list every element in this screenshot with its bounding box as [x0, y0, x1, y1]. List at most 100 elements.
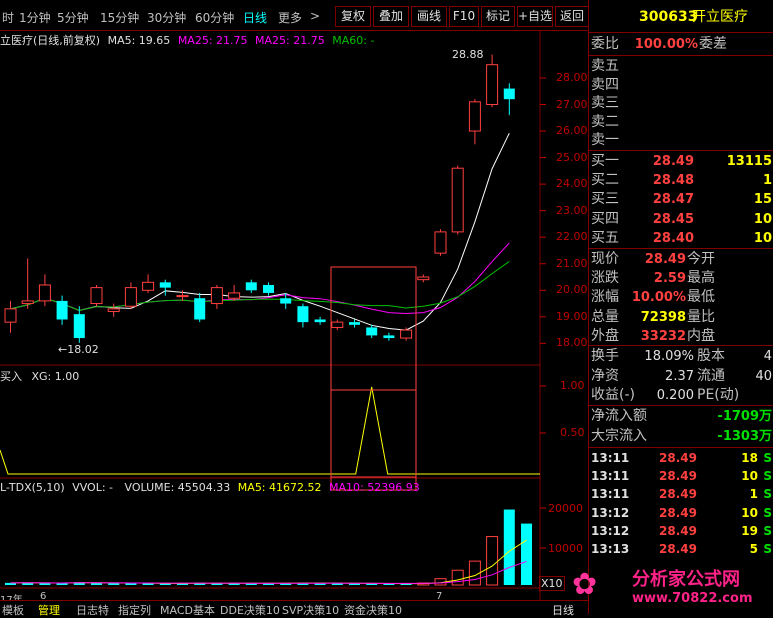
tab-fund[interactable]: 资金决策10 — [344, 602, 402, 618]
buy-price: 28.48 — [652, 173, 694, 189]
tick-volume: 18 — [741, 451, 758, 465]
indicator-axis-05: 0.50 — [560, 426, 585, 439]
candle-body-up — [417, 276, 430, 281]
stat-label: 现价 — [591, 251, 619, 267]
volume-indicator-name: L-TDX(5,10) — [0, 481, 65, 494]
buy-level-1: 买一 28.49 13115 — [589, 152, 773, 171]
fundamental-label-2: 股本 — [697, 348, 725, 364]
indicator-line — [0, 386, 540, 475]
tick-flag: S — [763, 542, 772, 556]
sell-level-5: 卖五 — [589, 57, 773, 76]
adjust-button[interactable]: 复权 — [335, 6, 371, 27]
tab-log[interactable]: 日志特 — [76, 602, 109, 618]
volume-unit: X10 — [539, 576, 565, 591]
tab-macd[interactable]: MACD基本 — [160, 602, 215, 618]
tick-row: 13:12 28.49 19 S — [589, 522, 773, 540]
toolbar-prefix: 时 — [2, 11, 15, 25]
tick-flag: S — [763, 451, 772, 465]
stat-row: 外盘 33232 内盘 — [589, 327, 773, 346]
price-tick: 28.00 — [556, 70, 588, 84]
period-1min[interactable]: 1分钟 — [19, 9, 51, 26]
tab-template[interactable]: 模板 — [2, 602, 24, 618]
ma25-value-2: MA25: 21.75 — [255, 34, 325, 47]
kline-chart[interactable] — [0, 30, 588, 600]
period-15min[interactable]: 15分钟 — [100, 9, 139, 26]
volume-bar-up — [486, 536, 499, 586]
volume-legend: L-TDX(5,10) VVOL: - VOLUME: 45504.33 MA5… — [0, 481, 420, 494]
buy-volume: 13115 — [726, 154, 772, 169]
price-tick: 26.00 — [556, 124, 588, 138]
stat-label: 涨幅 — [591, 289, 619, 306]
draw-line-button[interactable]: 画线 — [411, 6, 447, 27]
tick-row: 13:13 28.49 5 S — [589, 540, 773, 558]
tick-time: 13:11 — [591, 469, 630, 484]
period-30min[interactable]: 30分钟 — [147, 9, 186, 26]
candle-body-down — [383, 335, 395, 339]
watermark: ✿ 分析家公式网 www.70822.com — [572, 565, 772, 611]
ma25-line — [10, 242, 510, 315]
overlay-button[interactable]: 叠加 — [373, 6, 409, 27]
vvol-value: VVOL: - — [72, 481, 114, 494]
tab-custom[interactable]: 指定列 — [118, 602, 151, 618]
stat-value: 10.00% — [631, 290, 686, 306]
tick-price: 28.49 — [659, 505, 697, 520]
tick-volume: 5 — [749, 542, 758, 556]
f10-button[interactable]: F10 — [449, 6, 479, 27]
fundamental-row: 换手 18.09% 股本 4 — [589, 347, 773, 366]
fundamental-value: 18.09% — [644, 349, 694, 364]
fundamental-row: 净资 2.37 流通 40 — [589, 367, 773, 386]
tab-svp[interactable]: SVP决策10 — [282, 602, 339, 618]
candle-body-down — [297, 306, 309, 323]
bottom-tabs: 模板 管理 日志特 指定列 MACD基本 DDE决策10 SVP决策10 资金决… — [0, 600, 588, 618]
ma5-line — [10, 132, 510, 331]
signal-box — [330, 266, 417, 478]
candle-body-up — [451, 167, 464, 233]
candle-body-up — [468, 101, 481, 132]
buy-level-5: 买五 28.40 10 — [589, 229, 773, 248]
tick-row: 13:11 28.49 18 S — [589, 449, 773, 467]
period-5min[interactable]: 5分钟 — [57, 9, 89, 26]
flower-logo-icon: ✿ — [572, 567, 598, 602]
fundamental-row: 收益(-) 0.200 PE(动) — [589, 386, 773, 405]
tick-price: 28.49 — [659, 542, 697, 556]
price-tick: 21.00 — [556, 256, 588, 270]
period-daily[interactable]: 日线 — [243, 9, 267, 26]
tab-dde[interactable]: DDE决策10 — [220, 602, 280, 618]
stock-header: 300633 开立医疗 — [589, 8, 773, 27]
candle-body-up — [176, 295, 189, 298]
period-more[interactable]: 更多 — [278, 9, 302, 26]
candle-body-up — [434, 231, 447, 254]
tick-flag: S — [763, 469, 772, 484]
sell-label: 卖四 — [591, 76, 619, 93]
mark-button[interactable]: 标记 — [481, 6, 515, 27]
buy-label: 买四 — [591, 210, 619, 227]
chevron-right-icon[interactable]: > — [310, 9, 320, 23]
flow-row: 大宗流入 -1303万 — [589, 427, 773, 446]
volume-axis-10000: 10000 — [548, 542, 583, 555]
tick-time: 13:13 — [591, 542, 630, 556]
tick-flag: S — [763, 487, 772, 502]
ma60-value: MA60: - — [332, 34, 375, 47]
weibi-row: 委比 100.00% 委差 — [589, 35, 773, 54]
price-tick: 20.00 — [556, 283, 588, 297]
indicator-signal-box — [330, 389, 417, 491]
buy-label: 买五 — [591, 229, 619, 246]
weibi-value: 100.00% — [634, 37, 698, 52]
ma5-value: MA5: 19.65 — [107, 34, 171, 47]
candle-body-up — [38, 284, 51, 302]
price-tick: 27.00 — [556, 97, 588, 111]
add-favorite-button[interactable]: +自选 — [517, 6, 553, 27]
candle-body-down — [263, 284, 274, 293]
watermark-url: www.70822.com — [632, 591, 753, 606]
bottom-period[interactable]: 日线 — [552, 602, 574, 618]
price-tick: 18.00 — [556, 336, 588, 350]
tab-manage[interactable]: 管理 — [38, 602, 60, 618]
period-60min[interactable]: 60分钟 — [195, 9, 234, 26]
stat-row: 涨跌 2.59 最高 — [589, 269, 773, 288]
tick-time: 13:12 — [591, 523, 630, 538]
flow-row: 净流入额 -1709万 — [589, 407, 773, 426]
buy-price: 28.40 — [652, 230, 694, 246]
candle-body-down — [314, 319, 326, 323]
back-button[interactable]: 返回 — [555, 6, 589, 27]
candle-body-down — [503, 88, 515, 100]
